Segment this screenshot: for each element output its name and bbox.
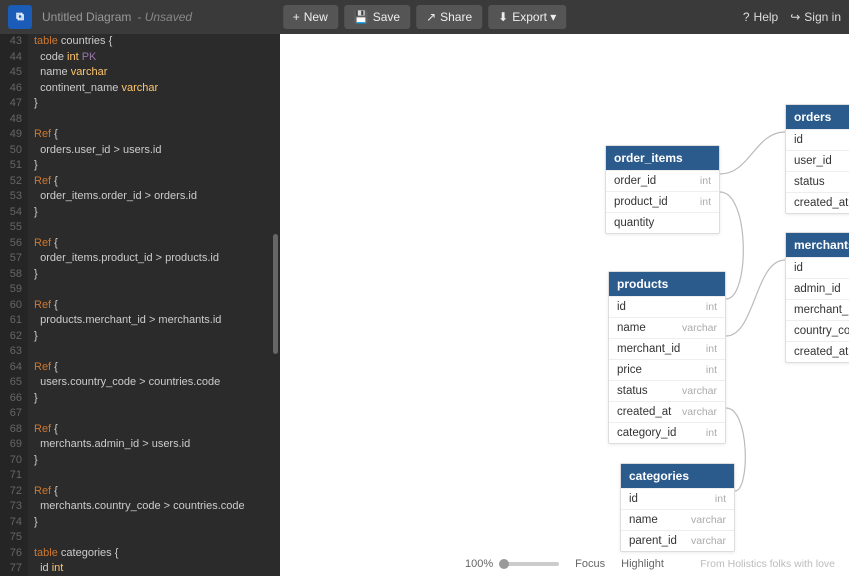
highlight-toggle[interactable]: Highlight [621,558,664,570]
share-icon: ↗ [426,10,436,24]
table-header[interactable]: products [609,272,725,296]
footer-credit: From Holistics folks with love [700,558,835,570]
table-column[interactable]: merchant_namevarchar [786,299,849,320]
table-header[interactable]: orders [786,105,849,129]
table-column[interactable]: namevarchar [609,317,725,338]
save-button[interactable]: 💾Save [344,5,410,29]
table-column[interactable]: idint [786,257,849,278]
table-column[interactable]: product_idint [606,191,719,212]
new-button[interactable]: +New [283,5,338,29]
table-column[interactable]: idint [621,488,734,509]
table-column[interactable]: parent_idvarchar [621,530,734,551]
relationship-wires [280,34,849,576]
table-column[interactable]: quantity [606,212,719,233]
diagram-canvas[interactable]: ordersidintuser_idintstatusvarcharcreate… [280,34,849,576]
table-column[interactable]: priceint [609,359,725,380]
share-button[interactable]: ↗Share [416,5,482,29]
table-column[interactable]: created_atvarchar [786,192,849,213]
table-column[interactable]: created_atvarchar [786,341,849,362]
code-editor[interactable]: 4344454647484950515253545556575859606162… [0,34,280,576]
table-column[interactable]: statusvarchar [609,380,725,401]
help-link[interactable]: ?Help [743,10,778,24]
table-column[interactable]: idint [609,296,725,317]
db-table-products[interactable]: productsidintnamevarcharmerchant_idintpr… [608,271,726,444]
save-icon: 💾 [354,10,369,24]
canvas-footer: 100% Focus Highlight From Holistics folk… [280,558,849,570]
plus-icon: + [293,10,300,24]
db-table-categories[interactable]: categoriesidintnamevarcharparent_idvarch… [620,463,735,552]
signin-link[interactable]: ↪Sign in [790,10,841,24]
table-column[interactable]: created_atvarchar [609,401,725,422]
focus-toggle[interactable]: Focus [575,558,605,570]
download-icon: ⬇ [498,10,508,24]
export-button[interactable]: ⬇Export ▾ [488,5,566,29]
db-table-orders[interactable]: ordersidintuser_idintstatusvarcharcreate… [785,104,849,214]
table-column[interactable]: admin_idint [786,278,849,299]
document-status: - Unsaved [137,10,192,24]
table-column[interactable]: merchant_idint [609,338,725,359]
topbar: ⧉ Untitled Diagram - Unsaved +New 💾Save … [0,0,849,34]
table-header[interactable]: order_items [606,146,719,170]
table-column[interactable]: order_idint [606,170,719,191]
table-column[interactable]: category_idint [609,422,725,443]
table-column[interactable]: statusvarchar [786,171,849,192]
zoom-value: 100% [465,558,493,570]
help-icon: ? [743,10,750,24]
table-header[interactable]: categories [621,464,734,488]
table-column[interactable]: namevarchar [621,509,734,530]
table-column[interactable]: idint [786,129,849,150]
db-table-merchants[interactable]: merchantsidintadmin_idintmerchant_nameva… [785,232,849,363]
db-table-order_items[interactable]: order_itemsorder_idintproduct_idintquant… [605,145,720,234]
table-column[interactable]: user_idint [786,150,849,171]
document-title[interactable]: Untitled Diagram [42,10,131,24]
table-header[interactable]: merchants [786,233,849,257]
table-column[interactable]: country_codeint [786,320,849,341]
app-logo[interactable]: ⧉ [8,5,32,29]
signin-icon: ↪ [790,10,800,24]
zoom-slider[interactable] [499,562,559,566]
